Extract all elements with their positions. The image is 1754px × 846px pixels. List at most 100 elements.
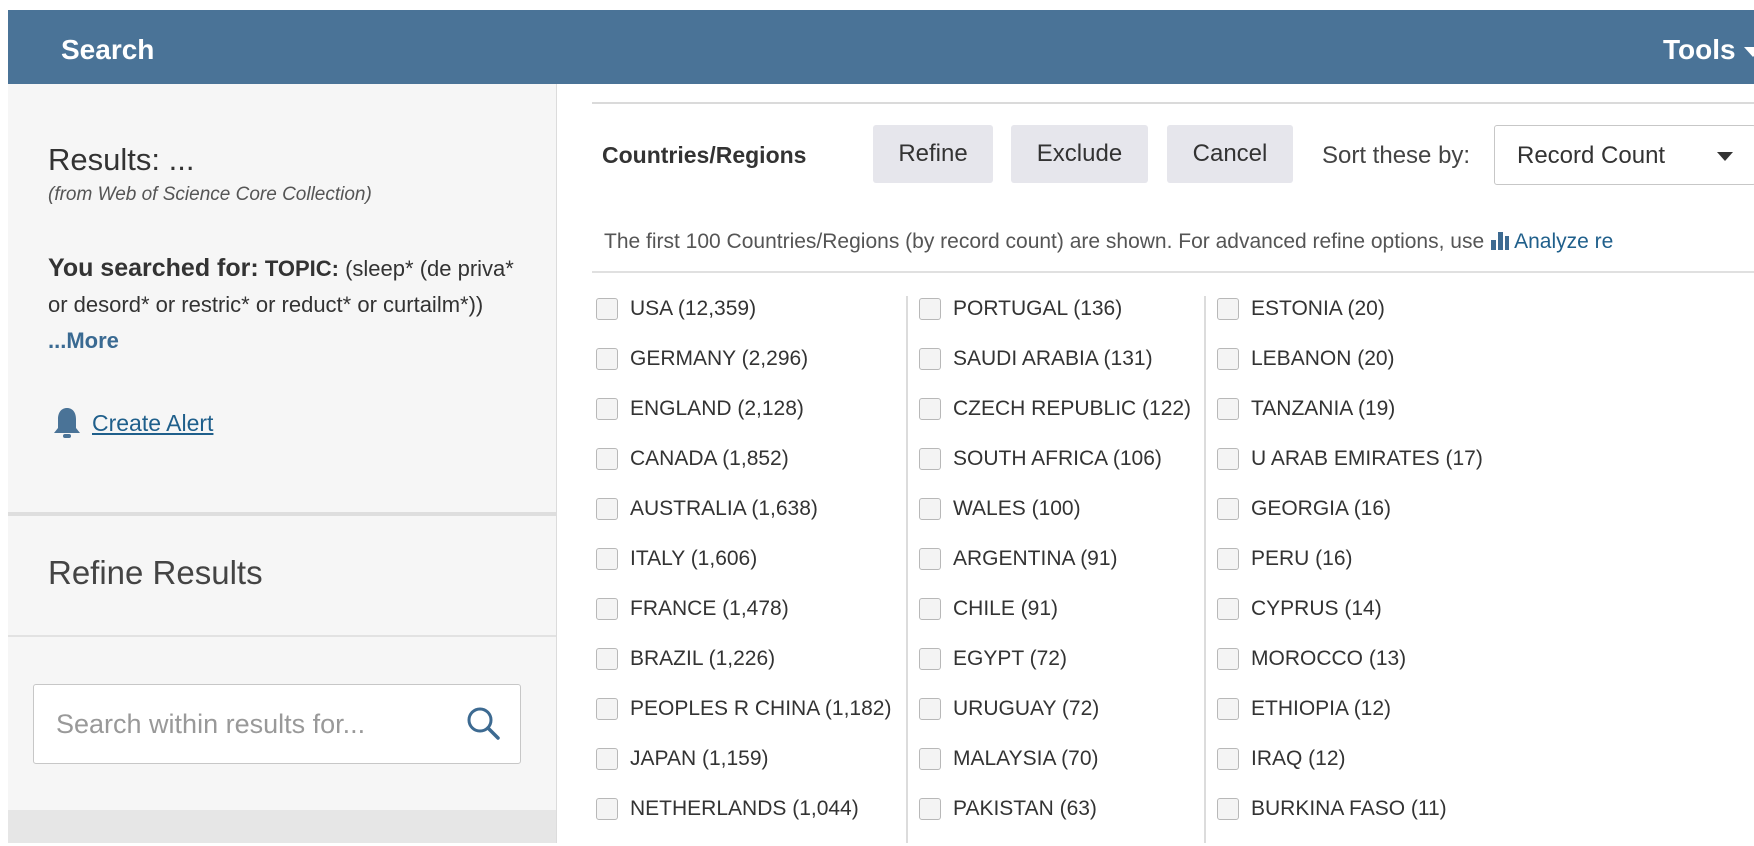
checkbox[interactable] <box>919 748 941 770</box>
country-option[interactable]: GERMANY (2,296) <box>596 334 891 384</box>
checkbox[interactable] <box>1217 648 1239 670</box>
checkbox[interactable] <box>919 348 941 370</box>
country-option[interactable]: ENGLAND (2,128) <box>596 384 891 434</box>
checkbox[interactable] <box>596 698 618 720</box>
exclude-button[interactable]: Exclude <box>1011 125 1148 183</box>
top-nav-bar: Search Tools <box>8 10 1754 84</box>
sort-label: Sort these by: <box>1322 142 1471 169</box>
results-title: Results: ... <box>48 142 195 177</box>
sidebar-section <box>8 810 556 843</box>
checkbox[interactable] <box>596 748 618 770</box>
checkbox[interactable] <box>919 798 941 820</box>
country-option[interactable]: BURKINA FASO (11) <box>1217 784 1483 834</box>
checkbox[interactable] <box>919 548 941 570</box>
search-tab[interactable]: Search <box>61 34 154 66</box>
checkbox[interactable] <box>596 548 618 570</box>
country-option[interactable]: CZECH REPUBLIC (122) <box>919 384 1191 434</box>
country-option[interactable]: URUGUAY (72) <box>919 684 1191 734</box>
tools-menu[interactable]: Tools <box>1663 34 1754 66</box>
checkbox[interactable] <box>596 398 618 420</box>
country-option[interactable]: TANZANIA (19) <box>1217 384 1483 434</box>
country-option[interactable]: ESTONIA (20) <box>1217 284 1483 334</box>
country-option[interactable]: CANADA (1,852) <box>596 434 891 484</box>
checkbox[interactable] <box>1217 298 1239 320</box>
country-label: MOROCCO (13) <box>1251 647 1407 670</box>
checkbox[interactable] <box>596 348 618 370</box>
checkbox[interactable] <box>1217 548 1239 570</box>
checkbox[interactable] <box>596 798 618 820</box>
country-option[interactable]: NETHERLANDS (1,044) <box>596 784 891 834</box>
checkbox[interactable] <box>919 298 941 320</box>
country-option[interactable]: CHILE (91) <box>919 584 1191 634</box>
checkbox[interactable] <box>596 648 618 670</box>
country-option[interactable]: PAKISTAN (63) <box>919 784 1191 834</box>
checkbox[interactable] <box>919 448 941 470</box>
checkbox[interactable] <box>1217 448 1239 470</box>
country-option[interactable]: SAUDI ARABIA (131) <box>919 334 1191 384</box>
country-option[interactable]: LEBANON (20) <box>1217 334 1483 384</box>
checkbox[interactable] <box>1217 798 1239 820</box>
country-option[interactable]: U ARAB EMIRATES (17) <box>1217 434 1483 484</box>
country-label: PEOPLES R CHINA (1,182) <box>630 697 892 720</box>
country-column-3: ESTONIA (20) LEBANON (20) TANZANIA (19) … <box>1217 296 1483 846</box>
country-option[interactable]: SOUTH AFRICA (106) <box>919 434 1191 484</box>
country-label: ARGENTINA (91) <box>953 547 1118 570</box>
country-label: BRAZIL (1,226) <box>630 647 776 670</box>
search-icon[interactable] <box>465 705 501 741</box>
country-option[interactable]: ITALY (1,606) <box>596 534 891 584</box>
country-option[interactable]: USA (12,359) <box>596 284 891 334</box>
column-divider <box>906 296 908 843</box>
checkbox[interactable] <box>596 448 618 470</box>
checkbox[interactable] <box>1217 398 1239 420</box>
country-label: ITALY (1,606) <box>630 547 758 570</box>
checkbox[interactable] <box>919 698 941 720</box>
country-label: ETHIOPIA (12) <box>1251 697 1392 720</box>
sort-select[interactable]: Record Count <box>1494 125 1754 185</box>
cancel-button[interactable]: Cancel <box>1167 125 1293 183</box>
chevron-down-icon <box>1743 46 1754 57</box>
checkbox[interactable] <box>919 648 941 670</box>
country-option[interactable]: EGYPT (72) <box>919 634 1191 684</box>
search-within-input[interactable] <box>54 703 458 745</box>
country-option[interactable]: ETHIOPIA (12) <box>1217 684 1483 734</box>
country-option[interactable]: IRAQ (12) <box>1217 734 1483 784</box>
country-option[interactable]: AUSTRALIA (1,638) <box>596 484 891 534</box>
checkbox[interactable] <box>919 498 941 520</box>
country-label: ESTONIA (20) <box>1251 297 1385 320</box>
checkbox[interactable] <box>596 298 618 320</box>
tools-label: Tools <box>1663 34 1736 65</box>
country-option[interactable]: PORTUGAL (136) <box>919 284 1191 334</box>
checkbox[interactable] <box>596 498 618 520</box>
checkbox[interactable] <box>919 598 941 620</box>
checkbox[interactable] <box>1217 698 1239 720</box>
refine-button[interactable]: Refine <box>873 125 993 183</box>
country-label: CHILE (91) <box>953 597 1059 620</box>
country-option[interactable]: JAPAN (1,159) <box>596 734 891 784</box>
more-link[interactable]: ...More <box>48 328 119 353</box>
country-label: GERMANY (2,296) <box>630 347 809 370</box>
checkbox[interactable] <box>1217 498 1239 520</box>
country-option[interactable]: FRANCE (1,478) <box>596 584 891 634</box>
country-label: BURKINA FASO (11) <box>1251 797 1447 820</box>
country-option[interactable]: GEORGIA (16) <box>1217 484 1483 534</box>
results-source: (from Web of Science Core Collection) <box>48 184 372 205</box>
country-option[interactable]: CYPRUS (14) <box>1217 584 1483 634</box>
divider <box>592 102 1754 104</box>
checkbox[interactable] <box>1217 748 1239 770</box>
country-option[interactable]: PEOPLES R CHINA (1,182) <box>596 684 891 734</box>
checkbox[interactable] <box>596 598 618 620</box>
checkbox[interactable] <box>1217 348 1239 370</box>
create-alert-link[interactable]: Create Alert <box>52 406 213 440</box>
checkbox[interactable] <box>1217 598 1239 620</box>
country-option[interactable]: PERU (16) <box>1217 534 1483 584</box>
country-option[interactable]: ARGENTINA (91) <box>919 534 1191 584</box>
analyze-results-link[interactable]: Analyze re <box>1514 230 1613 253</box>
country-option[interactable]: BRAZIL (1,226) <box>596 634 891 684</box>
topic-label: TOPIC: <box>264 256 339 281</box>
country-label: CANADA (1,852) <box>630 447 789 470</box>
checkbox[interactable] <box>919 398 941 420</box>
country-option[interactable]: MALAYSIA (70) <box>919 734 1191 784</box>
country-option[interactable]: WALES (100) <box>919 484 1191 534</box>
country-option[interactable]: MOROCCO (13) <box>1217 634 1483 684</box>
country-column-1: USA (12,359) GERMANY (2,296) ENGLAND (2,… <box>596 296 891 846</box>
